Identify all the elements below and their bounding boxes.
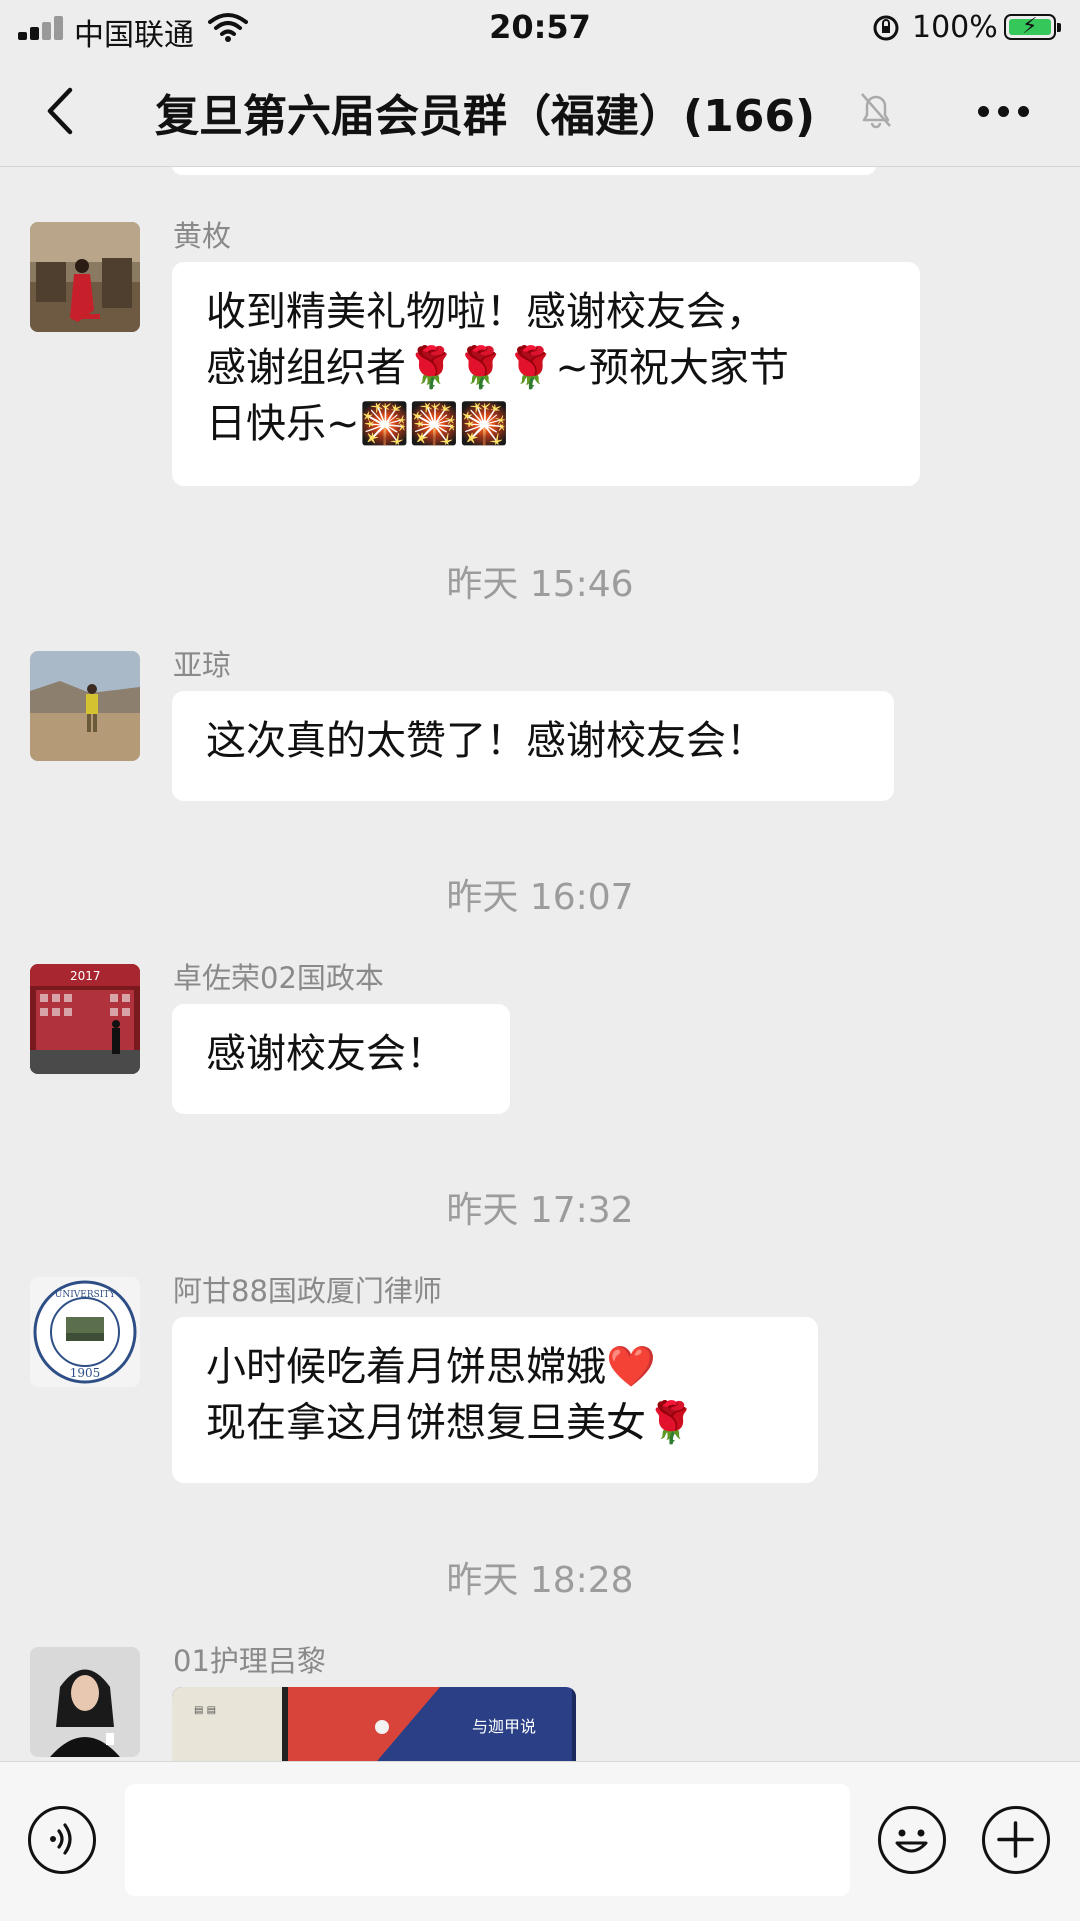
svg-text:1905: 1905: [70, 1366, 101, 1380]
avatar[interactable]: [30, 1647, 140, 1757]
voice-icon[interactable]: [28, 1806, 96, 1874]
message-text-line: 小时候吃着月饼思嫦娥❤️: [206, 1344, 656, 1390]
sender-name: 阿甘88国政厦门律师: [173, 1274, 442, 1308]
message-text-line: 日快乐~🎇🎇🎇: [206, 401, 509, 447]
message-text-line: 现在拿这月饼想复旦美女🌹: [206, 1400, 696, 1446]
avatar[interactable]: [30, 651, 140, 761]
input-bar: [0, 1761, 1080, 1921]
message-bubble[interactable]: 收到精美礼物啦！感谢校友会， 感谢组织者🌹🌹🌹~预祝大家节 日快乐~🎇🎇🎇: [172, 262, 920, 486]
chat-title: 复旦第六届会员群（福建）(166): [155, 91, 816, 142]
emoji-icon[interactable]: [878, 1806, 946, 1874]
svg-text:2017: 2017: [70, 969, 101, 983]
message-bubble[interactable]: 感谢校友会！: [172, 1004, 510, 1114]
battery-charging-icon: ⚡: [1004, 14, 1061, 40]
avatar[interactable]: 1905 UNIVERSITY: [30, 1277, 140, 1387]
image-caption: 与迦甲说: [472, 1717, 537, 1736]
message-text-line: 这次真的太赞了！感谢校友会！: [206, 718, 766, 764]
svg-text:UNIVERSITY: UNIVERSITY: [55, 1290, 117, 1300]
avatar[interactable]: 2017: [30, 964, 140, 1074]
mute-bell-icon: [858, 90, 894, 134]
svg-text:▤ ▤: ▤ ▤: [194, 1705, 216, 1716]
image-message[interactable]: ▤ ▤ 与迦甲说: [172, 1687, 576, 1761]
status-bar: 中国联通 20:57 100% ⚡: [0, 0, 1080, 56]
timestamp: 昨天 15:46: [446, 564, 634, 605]
timestamp: 昨天 18:28: [446, 1560, 634, 1601]
message-bubble[interactable]: 小时候吃着月饼思嫦娥❤️ 现在拿这月饼想复旦美女🌹: [172, 1317, 818, 1483]
sender-name: 黄枚: [173, 219, 232, 253]
chat-header: 复旦第六届会员群（福建）(166): [0, 56, 1080, 167]
message-text-line: 感谢组织者🌹🌹🌹~预祝大家节: [206, 345, 789, 391]
timestamp: 昨天 16:07: [446, 877, 634, 918]
timestamp: 昨天 17:32: [446, 1190, 634, 1231]
message-list[interactable]: 黄枚 收到精美礼物啦！感谢校友会， 感谢组织者🌹🌹🌹~预祝大家节 日快乐~🎇🎇🎇…: [0, 167, 1080, 1761]
plus-icon[interactable]: [982, 1806, 1050, 1874]
more-dots-icon[interactable]: [978, 106, 1030, 118]
previous-message-bubble: [0, 167, 1080, 179]
message-input[interactable]: [125, 1784, 850, 1896]
message-text-line: 感谢校友会！: [206, 1031, 446, 1077]
message-text-line: 收到精美礼物啦！感谢校友会，: [206, 289, 766, 335]
sender-name: 卓佐荣02国政本: [173, 961, 384, 995]
back-chevron-icon[interactable]: [38, 86, 88, 136]
battery-percent: 100%: [912, 10, 998, 45]
sender-name: 亚琼: [173, 648, 232, 682]
message-bubble[interactable]: 这次真的太赞了！感谢校友会！: [172, 691, 894, 801]
avatar[interactable]: [30, 222, 140, 332]
orientation-lock-icon: [872, 14, 900, 46]
sender-name: 01护理吕黎: [173, 1644, 326, 1678]
